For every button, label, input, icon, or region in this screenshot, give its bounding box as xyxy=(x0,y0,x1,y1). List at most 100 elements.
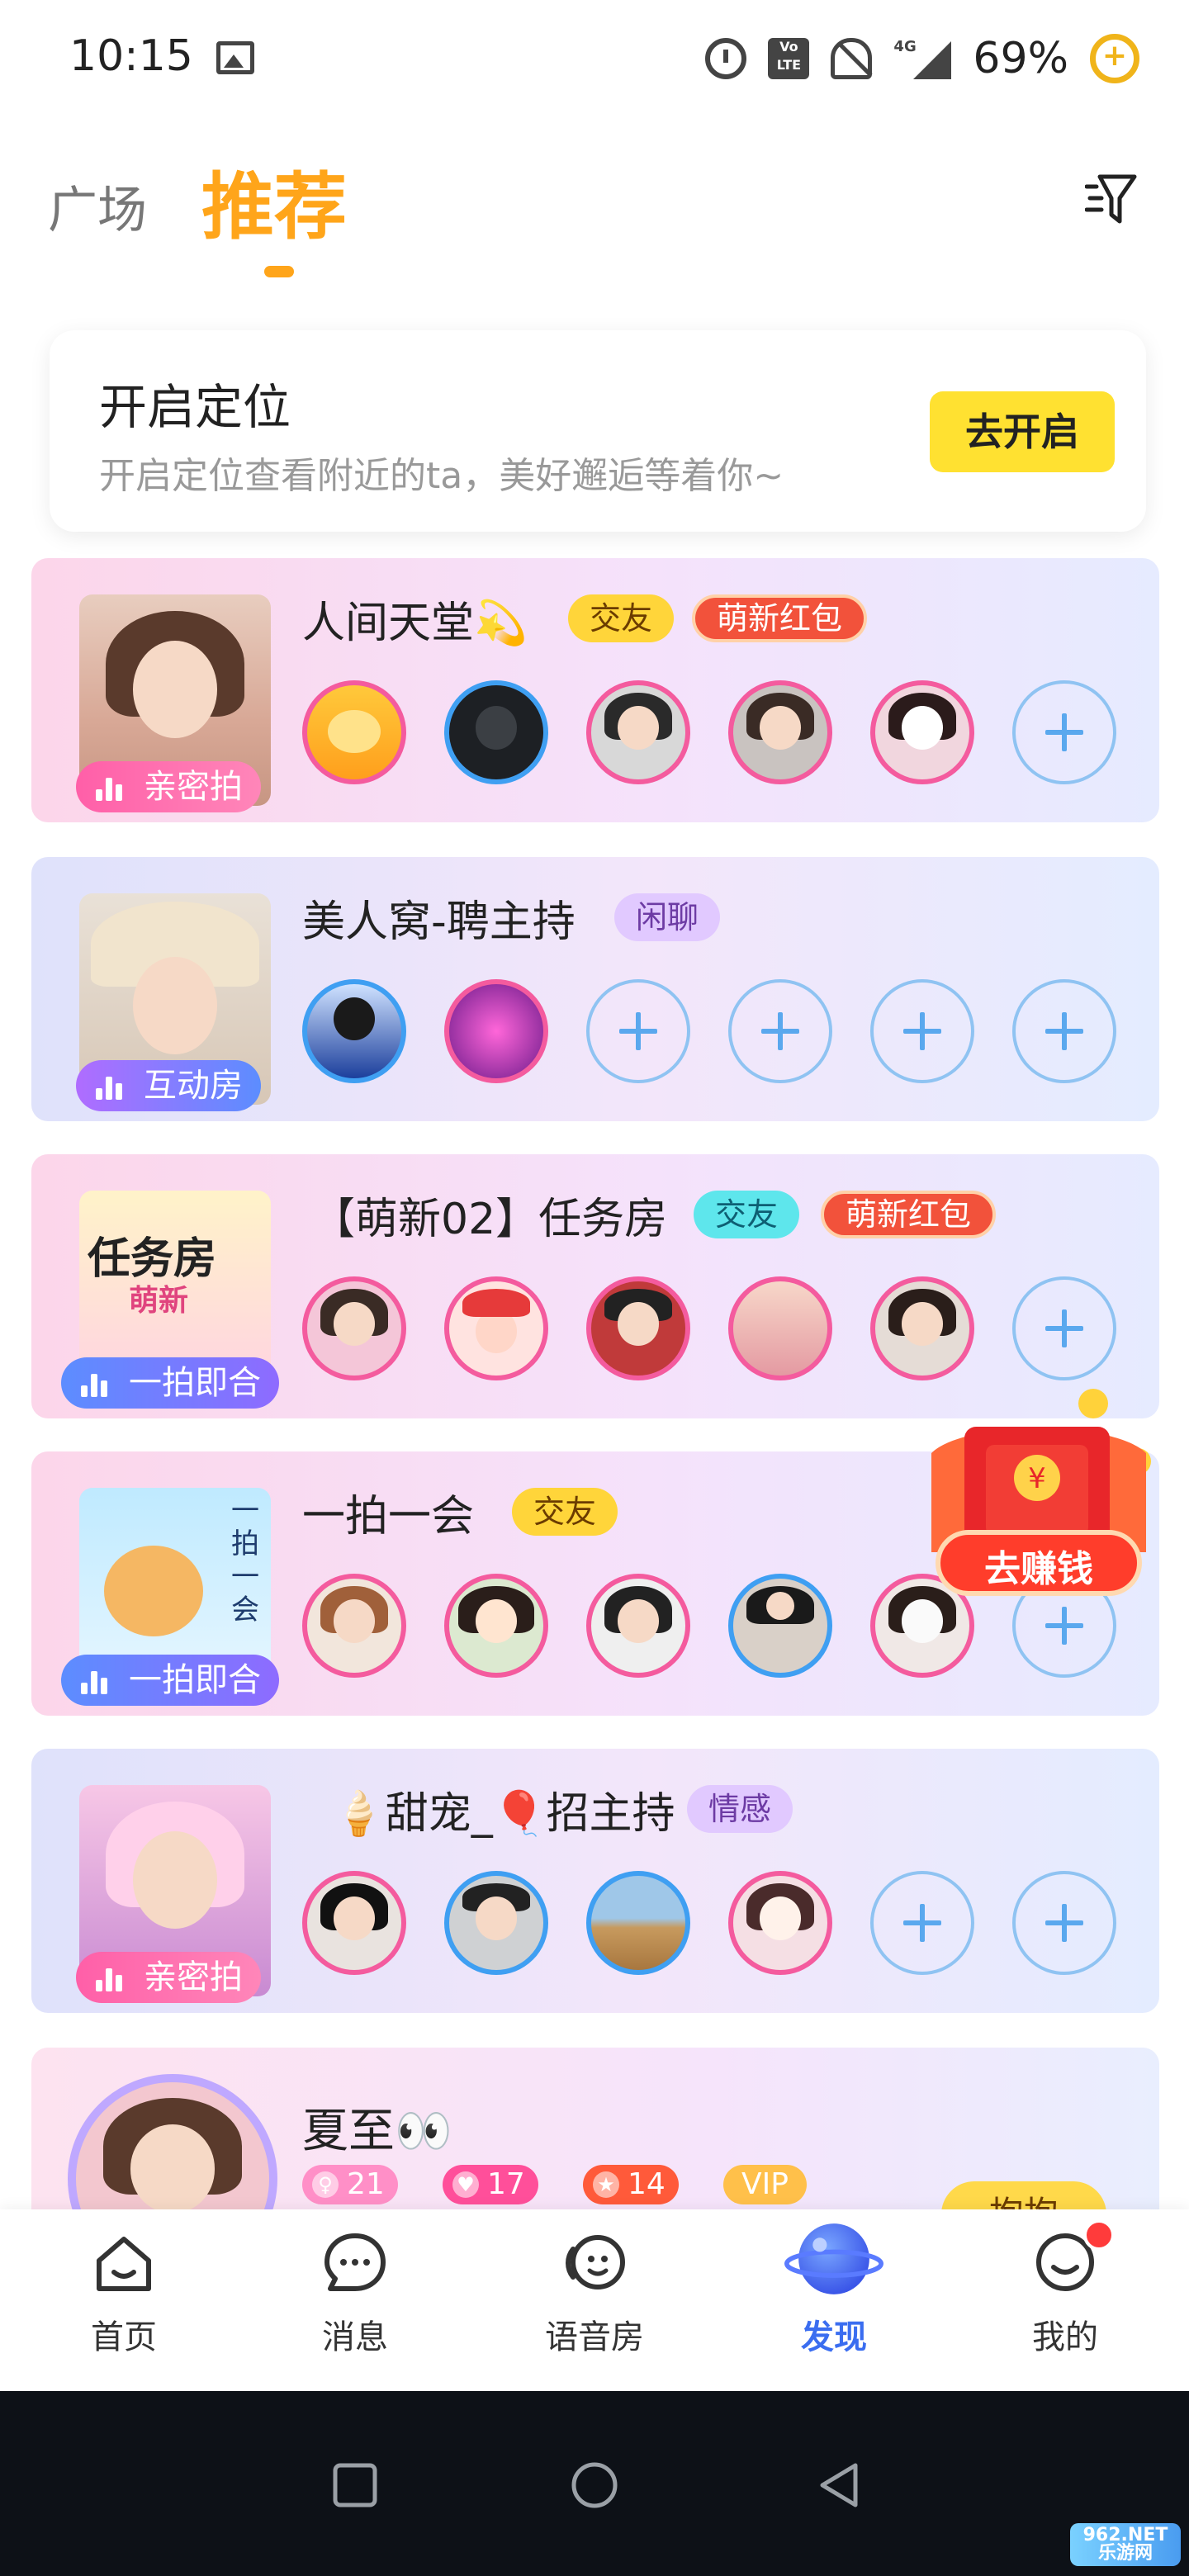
empty-seat-add-button[interactable] xyxy=(1012,680,1116,784)
seat-avatar[interactable] xyxy=(444,1574,548,1678)
room-card-partial[interactable]: 夏至👀 ♀21 ♥17 ★14 VIP 抱抱 xyxy=(31,2048,1159,2213)
room-card[interactable]: 任务房 萌新 一拍即合 【萌新02】任务房 交友 萌新红包 xyxy=(31,1154,1159,1418)
audio-bars-icon xyxy=(81,1668,111,1694)
nav-profile-label: 我的 xyxy=(1032,2318,1098,2356)
empty-seat-add-button[interactable] xyxy=(1012,1871,1116,1975)
back-button[interactable] xyxy=(814,2460,864,2510)
room-title: 人间天堂💫 xyxy=(302,599,528,648)
location-title: 开启定位 xyxy=(99,379,291,435)
battery-saver-icon: + xyxy=(1090,34,1139,83)
seat-avatar[interactable] xyxy=(586,1871,690,1975)
nav-profile[interactable]: 我的 xyxy=(991,2209,1139,2391)
nav-discover[interactable]: 发现 xyxy=(760,2209,908,2391)
screen: 10:15 Vo LTE 4G 69% + 广场 推荐 开启定位 开启定位查看附… xyxy=(0,0,1189,2576)
room-badge-emotion: 情感 xyxy=(687,1785,793,1833)
audio-bars-icon xyxy=(96,1965,126,1991)
room-cover-tag-label: 一拍即合 xyxy=(129,1661,261,1699)
voice-room-icon xyxy=(566,2235,625,2290)
seat-avatar[interactable] xyxy=(586,1276,690,1380)
signal-icon: 4G xyxy=(893,38,952,79)
location-description: 开启定位查看附近的ta，美好邂逅等着你~ xyxy=(99,455,784,497)
nav-voice-room-label: 语音房 xyxy=(545,2318,644,2356)
room-cover-tag: 亲密拍 xyxy=(76,1952,261,2003)
room-badge-friends: 交友 xyxy=(512,1488,618,1536)
earn-money-red-packet[interactable]: ¥ 去赚钱 xyxy=(915,1387,1163,1635)
room-cover-tag: 亲密拍 xyxy=(76,761,261,812)
seat-avatar[interactable] xyxy=(302,1574,406,1678)
room-cover-tag-label: 亲密拍 xyxy=(144,1958,243,1996)
empty-seat-add-button[interactable] xyxy=(870,979,974,1083)
star-icon: ★ xyxy=(593,2171,619,2198)
discover-planet-icon xyxy=(784,2223,883,2294)
empty-seat-add-button[interactable] xyxy=(728,979,832,1083)
seat-avatar[interactable] xyxy=(728,1871,832,1975)
seat-avatar[interactable] xyxy=(302,1276,406,1380)
status-time: 10:15 xyxy=(69,31,193,81)
seat-avatar[interactable] xyxy=(444,979,548,1083)
seat-avatar[interactable] xyxy=(444,1871,548,1975)
seat-avatar[interactable] xyxy=(586,1574,690,1678)
location-card: 开启定位 开启定位查看附近的ta，美好邂逅等着你~ 去开启 xyxy=(50,330,1146,532)
message-icon xyxy=(324,2233,386,2291)
empty-seat-add-button[interactable] xyxy=(1012,979,1116,1083)
room-title: 🍦甜宠_🎈招主持 xyxy=(332,1789,675,1839)
room-badge-red-packet: 萌新红包 xyxy=(692,594,868,642)
enable-location-button[interactable]: 去开启 xyxy=(930,391,1115,472)
room-card[interactable]: 互动房 美人窝-聘主持 闲聊 xyxy=(31,857,1159,1121)
seat-avatar[interactable] xyxy=(870,680,974,784)
hug-button[interactable]: 抱抱 xyxy=(941,2181,1106,2213)
room-cover-text: 一拍一会 xyxy=(231,1494,259,1627)
hearts-stat: ♥ 17 xyxy=(443,2165,538,2204)
nav-discover-label: 发现 xyxy=(801,2318,867,2356)
stars-stat: ★ 14 xyxy=(583,2165,679,2204)
network-type: 4G xyxy=(893,38,917,55)
bottom-nav: 首页 消息 语音房 发现 我的 xyxy=(0,2209,1189,2391)
nav-home[interactable]: 首页 xyxy=(50,2209,198,2391)
nav-voice-room[interactable]: 语音房 xyxy=(520,2209,669,2391)
tab-indicator xyxy=(264,266,294,277)
nav-messages[interactable]: 消息 xyxy=(281,2209,429,2391)
coin-symbol: ¥ xyxy=(1028,1462,1046,1495)
red-packet-illustration: ¥ xyxy=(931,1389,1151,1596)
system-navigation-bar: 962.NET 乐游网 xyxy=(0,2391,1189,2576)
seat-avatar[interactable] xyxy=(302,979,406,1083)
site-watermark: 962.NET 乐游网 xyxy=(1070,2523,1181,2566)
gallery-icon xyxy=(216,41,254,74)
recents-button[interactable] xyxy=(330,2460,380,2510)
seat-avatar[interactable] xyxy=(728,1276,832,1380)
empty-seat-add-button[interactable] xyxy=(586,979,690,1083)
volte-icon: Vo LTE xyxy=(768,38,810,79)
seat-avatar[interactable] xyxy=(728,680,832,784)
room-badge-red-packet: 萌新红包 xyxy=(821,1191,997,1238)
top-tabs: 广场 推荐 xyxy=(0,140,1189,289)
status-bar: 10:15 Vo LTE 4G 69% + xyxy=(0,0,1189,116)
room-cover-tag-label: 一拍即合 xyxy=(129,1364,261,1402)
room-cover-subtext: 萌新 xyxy=(129,1284,189,1318)
room-badge-friends: 交友 xyxy=(568,594,675,642)
room-badge-chat: 闲聊 xyxy=(614,893,721,941)
seat-avatar[interactable] xyxy=(728,1574,832,1678)
room-title: 一拍一会 xyxy=(302,1492,475,1541)
followers-stat: ♀ 21 xyxy=(302,2165,398,2204)
room-badge-friends: 交友 xyxy=(694,1191,800,1238)
room-card[interactable]: 亲密拍 人间天堂💫 交友 萌新红包 xyxy=(31,558,1159,822)
room-card[interactable]: 亲密拍 🍦甜宠_🎈招主持 情感 xyxy=(31,1749,1159,2013)
seat-avatar[interactable] xyxy=(586,680,690,784)
seat-avatar[interactable] xyxy=(444,1276,548,1380)
filter-icon[interactable] xyxy=(1085,170,1138,228)
seat-avatar[interactable] xyxy=(302,1871,406,1975)
empty-seat-add-button[interactable] xyxy=(1012,1276,1116,1380)
room-title: 【萌新02】任务房 xyxy=(312,1195,668,1244)
seat-avatar[interactable] xyxy=(302,680,406,784)
female-icon: ♀ xyxy=(312,2171,339,2198)
notification-dot xyxy=(1083,2219,1115,2251)
tab-recommended[interactable]: 推荐 xyxy=(201,149,347,253)
host-avatar xyxy=(68,2074,277,2213)
home-button[interactable] xyxy=(570,2460,619,2510)
seat-avatar[interactable] xyxy=(444,680,548,784)
heart-icon: ♥ xyxy=(452,2171,479,2198)
tab-plaza[interactable]: 广场 xyxy=(48,170,147,242)
alarm-icon xyxy=(705,38,747,79)
empty-seat-add-button[interactable] xyxy=(870,1871,974,1975)
seat-avatar[interactable] xyxy=(870,1276,974,1380)
